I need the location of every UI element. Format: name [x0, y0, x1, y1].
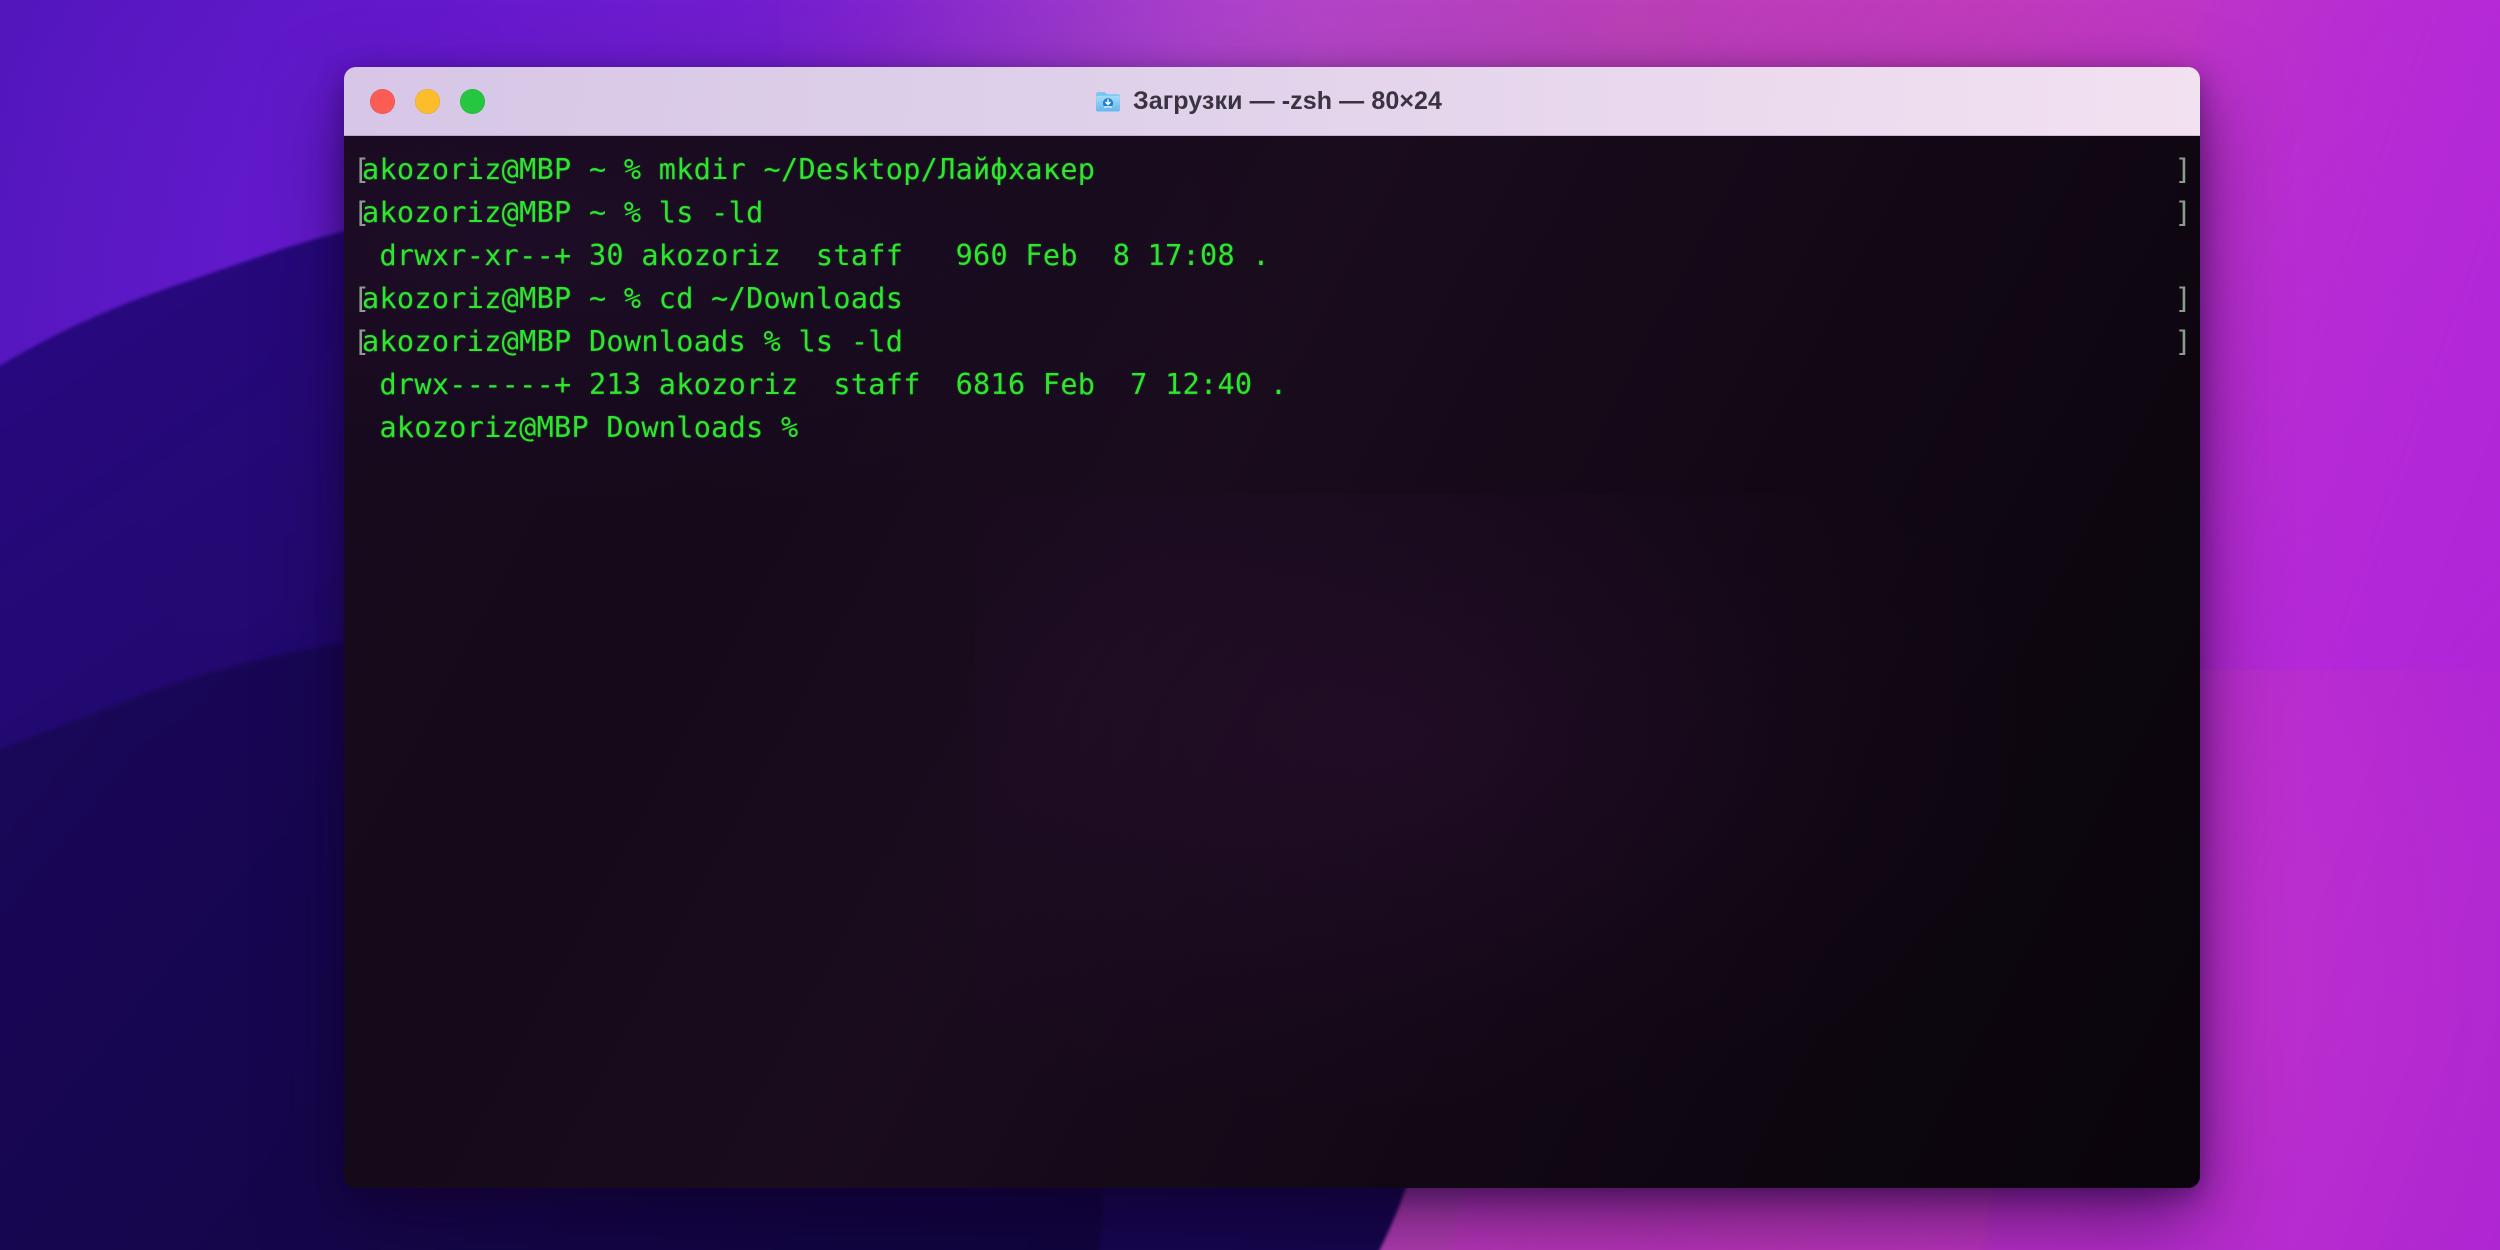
- terminal-line-text: akozoriz@MBP ~ % cd ~/Downloads: [362, 282, 904, 315]
- window-title-bar[interactable]: Загрузки — -zsh — 80×24: [344, 67, 2200, 136]
- prompt-bracket-close: ]: [2174, 282, 2192, 315]
- window-title-group: Загрузки — -zsh — 80×24: [1094, 87, 1442, 116]
- terminal-line-text: akozoriz@MBP Downloads %: [362, 411, 816, 444]
- prompt-bracket-open: [: [353, 196, 371, 229]
- terminal-line: [akozoriz@MBP ~ % mkdir ~/Desktop/Лайфха…: [344, 148, 2200, 191]
- terminal-line: [akozoriz@MBP ~ % ls -ld]: [344, 191, 2200, 234]
- terminal-line: drwx------+ 213 akozoriz staff 6816 Feb …: [344, 363, 2200, 406]
- window-title: Загрузки — -zsh — 80×24: [1132, 86, 1443, 115]
- close-button[interactable]: [370, 88, 395, 114]
- maximize-button[interactable]: [460, 88, 485, 114]
- terminal-body[interactable]: [akozoriz@MBP ~ % mkdir ~/Desktop/Лайфха…: [344, 136, 2200, 1188]
- terminal-line-text: drwxr-xr--+ 30 akozoriz staff 960 Feb 8 …: [362, 239, 1270, 272]
- minimize-button[interactable]: [415, 88, 440, 114]
- prompt-bracket-open: [: [353, 153, 371, 186]
- terminal-window[interactable]: Загрузки — -zsh — 80×24 [akozoriz@MBP ~ …: [344, 67, 2200, 1188]
- prompt-bracket-close: ]: [2174, 325, 2192, 358]
- prompt-bracket-close: ]: [2174, 196, 2192, 229]
- terminal-line: [akozoriz@MBP ~ % cd ~/Downloads]: [344, 277, 2200, 320]
- terminal-line-text: akozoriz@MBP ~ % ls -ld: [362, 196, 764, 229]
- terminal-line: [akozoriz@MBP Downloads % ls -ld]: [344, 320, 2200, 363]
- terminal-line: akozoriz@MBP Downloads %: [344, 406, 2200, 449]
- terminal-line: drwxr-xr--+ 30 akozoriz staff 960 Feb 8 …: [344, 234, 2200, 277]
- prompt-bracket-open: [: [353, 325, 371, 358]
- terminal-line-text: drwx------+ 213 akozoriz staff 6816 Feb …: [362, 368, 1288, 401]
- terminal-output: [akozoriz@MBP ~ % mkdir ~/Desktop/Лайфха…: [344, 148, 2200, 449]
- terminal-line-text: akozoriz@MBP ~ % mkdir ~/Desktop/Лайфхак…: [362, 153, 1096, 186]
- prompt-bracket-close: ]: [2174, 153, 2192, 186]
- prompt-bracket-open: [: [353, 282, 371, 315]
- downloads-folder-icon: [1096, 92, 1120, 112]
- window-controls: [370, 88, 485, 114]
- terminal-line-text: akozoriz@MBP Downloads % ls -ld: [362, 325, 904, 358]
